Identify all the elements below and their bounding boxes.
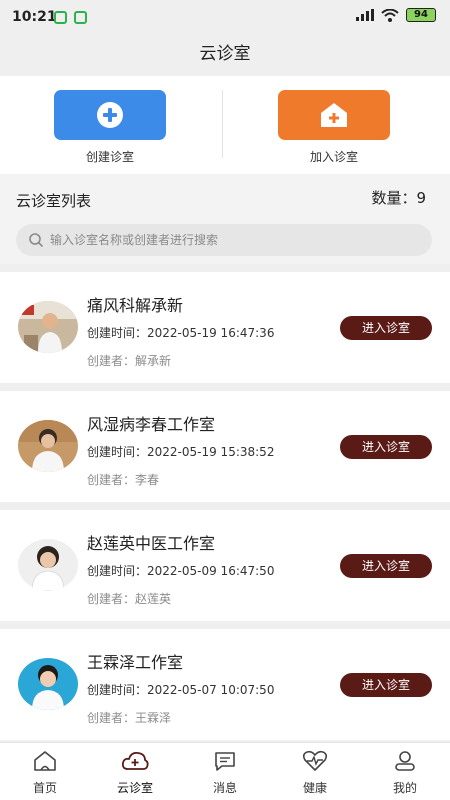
join-clinic-tile[interactable] xyxy=(278,90,390,140)
cloud-plus-icon xyxy=(121,751,149,770)
creator: 创建者：王霖泽 xyxy=(87,711,172,725)
avatar xyxy=(18,539,78,591)
status-time: 10:21 xyxy=(12,9,57,25)
created-time: 创建时间：2022-05-09 16:47:50 xyxy=(87,564,275,578)
clinic-list-header: 云诊室列表 数量：9 xyxy=(0,174,450,264)
bottom-tab-bar: 首页 云诊室 消息 健康 我的 xyxy=(0,742,450,800)
clinic-card[interactable]: 赵莲英中医工作室 创建时间：2022-05-09 16:47:50 创建者：赵莲… xyxy=(0,510,450,621)
tab-health[interactable]: 健康 xyxy=(270,743,360,800)
tab-label: 我的 xyxy=(392,781,417,795)
tab-messages[interactable]: 消息 xyxy=(180,743,270,800)
clinic-card[interactable]: 王霖泽工作室 创建时间：2022-05-07 10:07:50 创建者：王霖泽 … xyxy=(0,629,450,740)
creator: 创建者：赵莲英 xyxy=(87,592,172,606)
enter-clinic-button[interactable]: 进入诊室 xyxy=(340,316,432,340)
created-time: 创建时间：2022-05-19 15:38:52 xyxy=(87,445,275,459)
wechat-notification-icon xyxy=(74,11,87,24)
home-icon xyxy=(34,751,56,771)
tab-label: 健康 xyxy=(302,781,327,795)
search-icon xyxy=(29,233,44,248)
creator: 创建者：李春 xyxy=(87,473,160,487)
signal-icon xyxy=(356,9,374,21)
title-bar: 云诊室 xyxy=(0,34,450,76)
heart-pulse-icon xyxy=(302,750,328,771)
join-clinic-button[interactable]: 加入诊室 xyxy=(278,90,390,165)
clinic-list-title: 云诊室列表 xyxy=(16,192,92,210)
clinic-count: 数量：9 xyxy=(371,189,426,207)
clinic-name: 王霖泽工作室 xyxy=(87,653,184,672)
search-bar[interactable] xyxy=(16,224,432,256)
enter-clinic-button[interactable]: 进入诊室 xyxy=(340,673,432,697)
clinic-name: 风湿病李春工作室 xyxy=(87,415,216,434)
plus-circle-icon xyxy=(97,102,123,128)
join-clinic-label: 加入诊室 xyxy=(309,150,358,164)
house-plus-icon xyxy=(321,103,347,127)
clinic-card[interactable]: 痛风科解承新 创建时间：2022-05-19 16:47:36 创建者：解承新 … xyxy=(0,272,450,383)
tab-label: 云诊室 xyxy=(116,781,153,795)
clinic-name: 赵莲英中医工作室 xyxy=(87,534,216,553)
wifi-icon xyxy=(381,8,399,22)
avatar xyxy=(18,420,78,472)
tab-cloud-clinic[interactable]: 云诊室 xyxy=(90,743,180,800)
tab-label: 首页 xyxy=(32,781,57,795)
clinic-list: 痛风科解承新 创建时间：2022-05-19 16:47:36 创建者：解承新 … xyxy=(0,272,450,748)
status-bar: 10:21 94 xyxy=(0,0,450,34)
enter-clinic-button[interactable]: 进入诊室 xyxy=(340,554,432,578)
created-time: 创建时间：2022-05-07 10:07:50 xyxy=(87,683,275,697)
tab-profile[interactable]: 我的 xyxy=(360,743,450,800)
enter-clinic-button[interactable]: 进入诊室 xyxy=(340,435,432,459)
page-title: 云诊室 xyxy=(199,44,251,64)
message-icon xyxy=(215,752,235,771)
wechat-notification-icon xyxy=(54,11,67,24)
create-clinic-label: 创建诊室 xyxy=(85,150,134,164)
create-clinic-tile[interactable] xyxy=(54,90,166,140)
avatar xyxy=(18,658,78,710)
created-time: 创建时间：2022-05-19 16:47:36 xyxy=(87,326,275,340)
tab-label: 消息 xyxy=(212,781,237,795)
creator: 创建者：解承新 xyxy=(87,354,172,368)
tab-home[interactable]: 首页 xyxy=(0,743,90,800)
clinic-card[interactable]: 风湿病李春工作室 创建时间：2022-05-19 15:38:52 创建者：李春… xyxy=(0,391,450,502)
search-input[interactable] xyxy=(50,224,420,256)
clinic-name: 痛风科解承新 xyxy=(87,296,184,315)
create-clinic-button[interactable]: 创建诊室 xyxy=(54,90,166,165)
battery-icon: 94 xyxy=(406,8,436,22)
divider xyxy=(222,90,223,158)
user-icon xyxy=(395,751,415,771)
action-panel: 创建诊室 加入诊室 xyxy=(0,76,450,174)
avatar xyxy=(18,301,78,353)
